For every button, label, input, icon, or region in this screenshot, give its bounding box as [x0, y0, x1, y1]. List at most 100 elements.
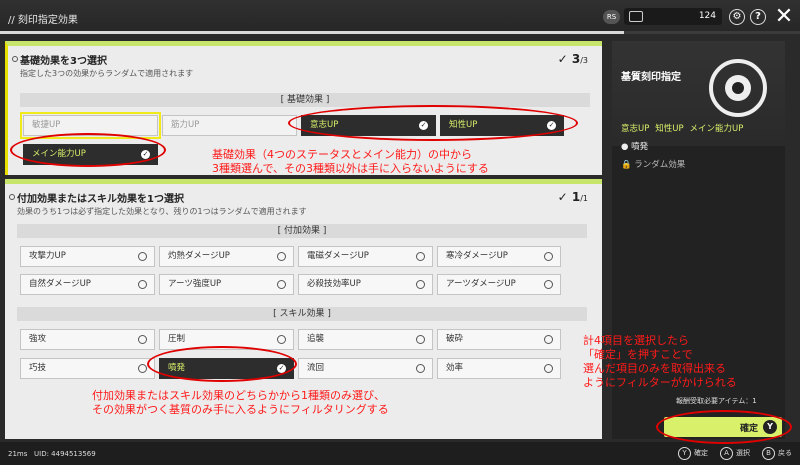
basic-section-header: [ 基礎効果 ]: [20, 93, 590, 107]
radio-icon: [416, 364, 425, 373]
skill-option-flow[interactable]: 流回: [298, 358, 433, 379]
skill-option-technique[interactable]: 巧技: [20, 358, 155, 379]
chip-intellect: 知性UP: [655, 124, 684, 134]
radio-icon: [544, 364, 553, 373]
annotation-confirm-line1: 計4項目を選択したら: [583, 334, 689, 347]
radio-icon: [277, 252, 286, 261]
option-label: 圧制: [168, 334, 186, 344]
basic-count-total: /3: [580, 56, 588, 65]
skill-option-pursuit[interactable]: 追襲: [298, 329, 433, 350]
uid-text: UID: 4494513569: [34, 450, 96, 458]
annotation-extra-line2: その効果がつく基質のみ手に入るようにフィルタリングする: [92, 403, 389, 416]
item-name: 基質刻印指定: [621, 72, 681, 83]
radio-icon: [416, 280, 425, 289]
option-label: 必殺技効率UP: [307, 279, 361, 289]
option-label: 効率: [446, 363, 464, 373]
option-label: 筋力UP: [171, 120, 200, 130]
radio-icon: [277, 335, 286, 344]
option-strength[interactable]: 筋力UP: [162, 115, 297, 136]
close-icon[interactable]: ✕: [773, 6, 795, 28]
skill-option-crush[interactable]: 破砕: [437, 329, 561, 350]
y-key-icon: Y: [678, 447, 691, 460]
option-cold-damage[interactable]: 寒冷ダメージUP: [437, 246, 561, 267]
hint-confirm[interactable]: Y 確定: [678, 447, 708, 460]
hint-select[interactable]: A 選択: [720, 447, 750, 460]
extra-count-value: 1: [571, 190, 581, 204]
chip-will: 意志UP: [621, 124, 650, 134]
annotation-ellipse-confirm: [656, 410, 792, 444]
option-label: 灼熱ダメージUP: [168, 251, 230, 261]
option-ultimate-efficiency[interactable]: 必殺技効率UP: [298, 274, 433, 295]
option-label: 電磁ダメージUP: [307, 251, 369, 261]
hint-label: 選択: [736, 449, 750, 457]
chip-main-ability: メイン能力UP: [689, 124, 744, 134]
hint-label: 戻る: [778, 449, 792, 457]
basic-panel-title: 基礎効果を3つ選択: [12, 52, 107, 67]
hint-back[interactable]: B 戻る: [762, 447, 792, 460]
selected-skill: ● 噴発: [621, 142, 649, 152]
extra-panel-subtitle: 効果のうち1つは必ず指定した効果となり、残りの1つはランダムで適用されます: [17, 207, 307, 216]
option-nature-damage[interactable]: 自然ダメージUP: [20, 274, 155, 295]
a-key-icon: A: [720, 447, 733, 460]
option-label: 攻撃力UP: [29, 251, 66, 261]
annotation-ellipse-eruption: [147, 346, 297, 382]
radio-icon: [138, 252, 147, 261]
annotation-ellipse-main-ability: [10, 133, 166, 167]
radio-icon: [138, 280, 147, 289]
currency-display: 124: [624, 8, 722, 25]
option-label: 追襲: [307, 334, 325, 344]
basic-selection-count: ✓ 3/3: [557, 52, 588, 66]
top-progress-bar: [0, 31, 800, 34]
option-label: 流回: [307, 363, 325, 373]
radio-icon: [416, 252, 425, 261]
basic-count-value: 3: [571, 52, 581, 66]
selected-chips: 意志UP 知性UP メイン能力UP: [621, 122, 746, 134]
help-icon[interactable]: ?: [750, 9, 766, 25]
currency-icon: [629, 11, 643, 22]
basic-panel-subtitle: 指定した3つの効果からランダムで適用されます: [20, 69, 194, 78]
page-title: // 刻印指定効果: [8, 15, 78, 26]
radio-icon: [416, 335, 425, 344]
radio-icon: [138, 364, 147, 373]
option-attack[interactable]: 攻撃力UP: [20, 246, 155, 267]
item-art-icon: [709, 59, 767, 117]
option-arts-damage[interactable]: アーツダメージUP: [437, 274, 561, 295]
radio-icon: [544, 252, 553, 261]
radio-icon: [138, 335, 147, 344]
top-progress-fill: [0, 31, 624, 34]
option-label: アーツ強度UP: [168, 279, 222, 289]
hint-label: 確定: [694, 449, 708, 457]
option-electric-damage[interactable]: 電磁ダメージUP: [298, 246, 433, 267]
skill-section-header: [ スキル効果 ]: [17, 307, 587, 321]
latency-text: 21ms: [8, 450, 28, 458]
annotation-ellipse-basic-top: [288, 105, 578, 141]
top-bar: // 刻印指定効果 RS 124 ⚙ ? ✕: [0, 0, 800, 34]
skill-option-assault[interactable]: 強攻: [20, 329, 155, 350]
option-heat-damage[interactable]: 灼熱ダメージUP: [159, 246, 294, 267]
rs-button-icon[interactable]: RS: [603, 10, 620, 24]
required-item-text: 報酬受取必要アイテム：1: [676, 397, 757, 405]
extra-section-header: [ 付加効果 ]: [17, 224, 587, 238]
annotation-confirm-line2: 「確定」を押すことで: [583, 348, 693, 361]
option-label: 破砕: [446, 334, 464, 344]
radio-icon: [544, 335, 553, 344]
option-label: 強攻: [29, 334, 47, 344]
random-effect: 🔒 ランダム効果: [621, 160, 686, 170]
bottom-bar: 21ms UID: 4494513569 Y 確定 A 選択 B 戻る: [0, 442, 800, 465]
annotation-confirm-line4: ようにフィルターがかけられる: [583, 376, 737, 389]
option-arts-intensity[interactable]: アーツ強度UP: [159, 274, 294, 295]
option-label: 巧技: [29, 363, 47, 373]
option-label: 寒冷ダメージUP: [446, 251, 508, 261]
skill-option-efficiency[interactable]: 効率: [437, 358, 561, 379]
extra-count-total: /1: [580, 194, 588, 203]
annotation-basic-line1: 基礎効果（4つのステータスとメイン能力）の中から: [212, 148, 472, 161]
option-label: 敏捷UP: [32, 120, 61, 130]
b-key-icon: B: [762, 447, 775, 460]
annotation-confirm-line3: 選んだ項目のみを取得出来る: [583, 362, 726, 375]
extra-selection-count: ✓ 1/1: [557, 190, 588, 204]
extra-panel-title: 付加効果またはスキル効果を1つ選択: [9, 190, 184, 205]
settings-icon[interactable]: ⚙: [729, 9, 745, 25]
radio-icon: [277, 280, 286, 289]
currency-value: 124: [698, 11, 716, 21]
radio-icon: [544, 280, 553, 289]
